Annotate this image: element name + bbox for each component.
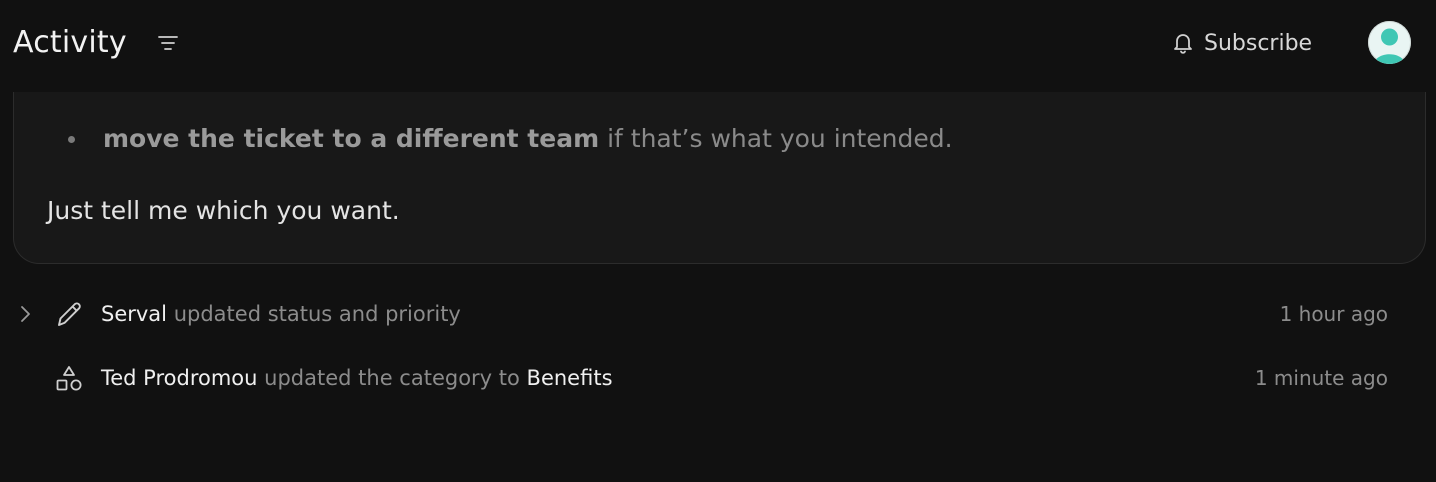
bullet-bold-text: move the ticket to a different team (103, 124, 600, 153)
page-title: Activity (13, 25, 127, 60)
activity-value: Benefits (526, 366, 613, 390)
activity-action: updated the category to (264, 366, 520, 390)
activity-actor: Ted Prodromou (101, 366, 258, 390)
activity-action: updated status and priority (173, 302, 461, 326)
comment-card: move the ticket to a different team if t… (13, 92, 1426, 264)
comment-closing-text: Just tell me which you want. (47, 196, 400, 225)
activity-description: Serval updated status and priority (101, 300, 461, 328)
activity-row: Serval updated status and priority 1 hou… (0, 294, 1436, 334)
activity-actor: Serval (101, 302, 168, 326)
bullet-dot (68, 136, 75, 143)
shapes-icon (52, 362, 86, 396)
activity-timestamp: 1 minute ago (1254, 366, 1388, 390)
filter-lines-icon (158, 36, 178, 50)
activity-row: Ted Prodromou updated the category to Be… (0, 358, 1436, 398)
expand-button[interactable] (14, 302, 36, 326)
user-avatar-icon (1374, 28, 1405, 64)
activity-description: Ted Prodromou updated the category to Be… (101, 364, 613, 392)
subscribe-button[interactable]: Subscribe (1170, 26, 1312, 60)
filter-button[interactable] (154, 30, 182, 56)
bullet-rest-text: if that’s what you intended. (599, 124, 953, 153)
activity-header: Activity Subscribe (0, 0, 1436, 86)
chevron-right-icon (21, 306, 30, 322)
comment-bullet-item: move the ticket to a different team if t… (103, 122, 953, 156)
bell-icon (1170, 30, 1196, 56)
activity-timestamp: 1 hour ago (1279, 302, 1388, 326)
subscribe-label: Subscribe (1204, 30, 1313, 56)
user-avatar[interactable] (1368, 21, 1411, 64)
pencil-icon (52, 298, 86, 332)
